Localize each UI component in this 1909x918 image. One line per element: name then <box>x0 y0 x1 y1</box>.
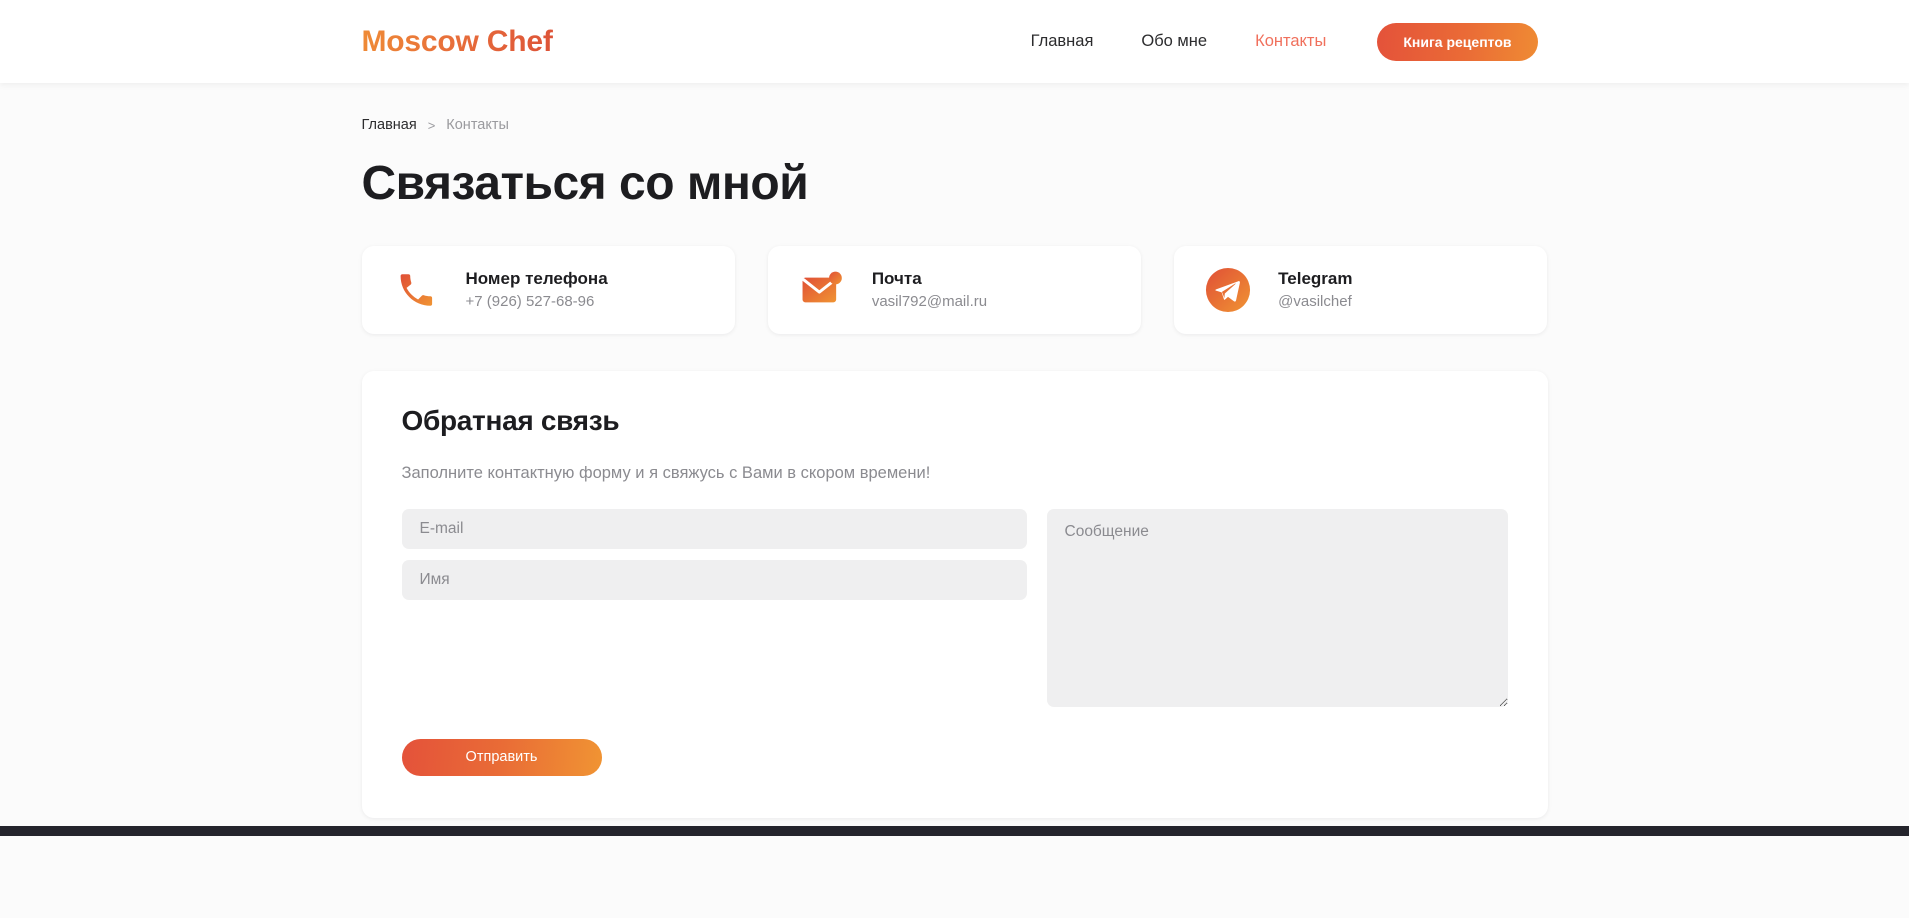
contact-card-email[interactable]: Почта vasil792@mail.ru <box>767 245 1142 334</box>
form-fields <box>401 508 1508 707</box>
breadcrumb: Главная > Контакты <box>362 83 1548 133</box>
form-title: Обратная связь <box>401 404 620 436</box>
contact-card-value: @vasilchef <box>1278 292 1352 310</box>
email-input[interactable] <box>401 508 1027 549</box>
site-logo[interactable]: Moscow Chef <box>362 25 553 59</box>
site-footer <box>0 826 1909 836</box>
name-input[interactable] <box>401 559 1027 600</box>
breadcrumb-home[interactable]: Главная <box>362 117 417 133</box>
phone-icon <box>392 266 440 314</box>
contact-cards: Номер телефона +7 (926) 527-68-96 Почта … <box>361 245 1548 334</box>
contact-card-title: Номер телефона <box>465 268 608 288</box>
form-subtitle: Заполните контактную форму и я свяжусь с… <box>401 463 931 482</box>
nav-link-home[interactable]: Главная <box>1007 32 1118 51</box>
envelope-icon <box>798 266 846 314</box>
contact-card-title: Почта <box>871 268 922 288</box>
page-title: Связаться со мной <box>361 157 809 210</box>
breadcrumb-separator: > <box>427 117 436 133</box>
contact-card-title: Telegram <box>1278 268 1353 288</box>
feedback-form-card: Обратная связь Заполните контактную форм… <box>361 370 1548 818</box>
contact-card-telegram[interactable]: Telegram @vasilchef <box>1174 245 1548 334</box>
nav-link-contacts[interactable]: Контакты <box>1231 32 1350 51</box>
nav-link-about[interactable]: Обо мне <box>1117 32 1231 51</box>
contact-card-value: vasil792@mail.ru <box>871 292 988 310</box>
breadcrumb-current: Контакты <box>446 117 509 133</box>
contact-card-phone[interactable]: Номер телефона +7 (926) 527-68-96 <box>361 245 735 334</box>
site-header: Moscow Chef Главная Обо мне Контакты Кни… <box>0 0 1909 83</box>
submit-button[interactable]: Отправить <box>401 738 602 776</box>
submit-row: Отправить <box>401 738 1508 776</box>
telegram-icon <box>1204 266 1252 314</box>
recipe-book-button[interactable]: Книга рецептов <box>1377 22 1538 61</box>
message-textarea[interactable] <box>1046 508 1508 707</box>
contact-card-value: +7 (926) 527-68-96 <box>465 292 595 310</box>
page-content: Главная > Контакты Связаться со мной Ном… <box>0 83 1909 826</box>
main-navigation: Главная Обо мне Контакты Книга рецептов <box>1007 22 1538 61</box>
